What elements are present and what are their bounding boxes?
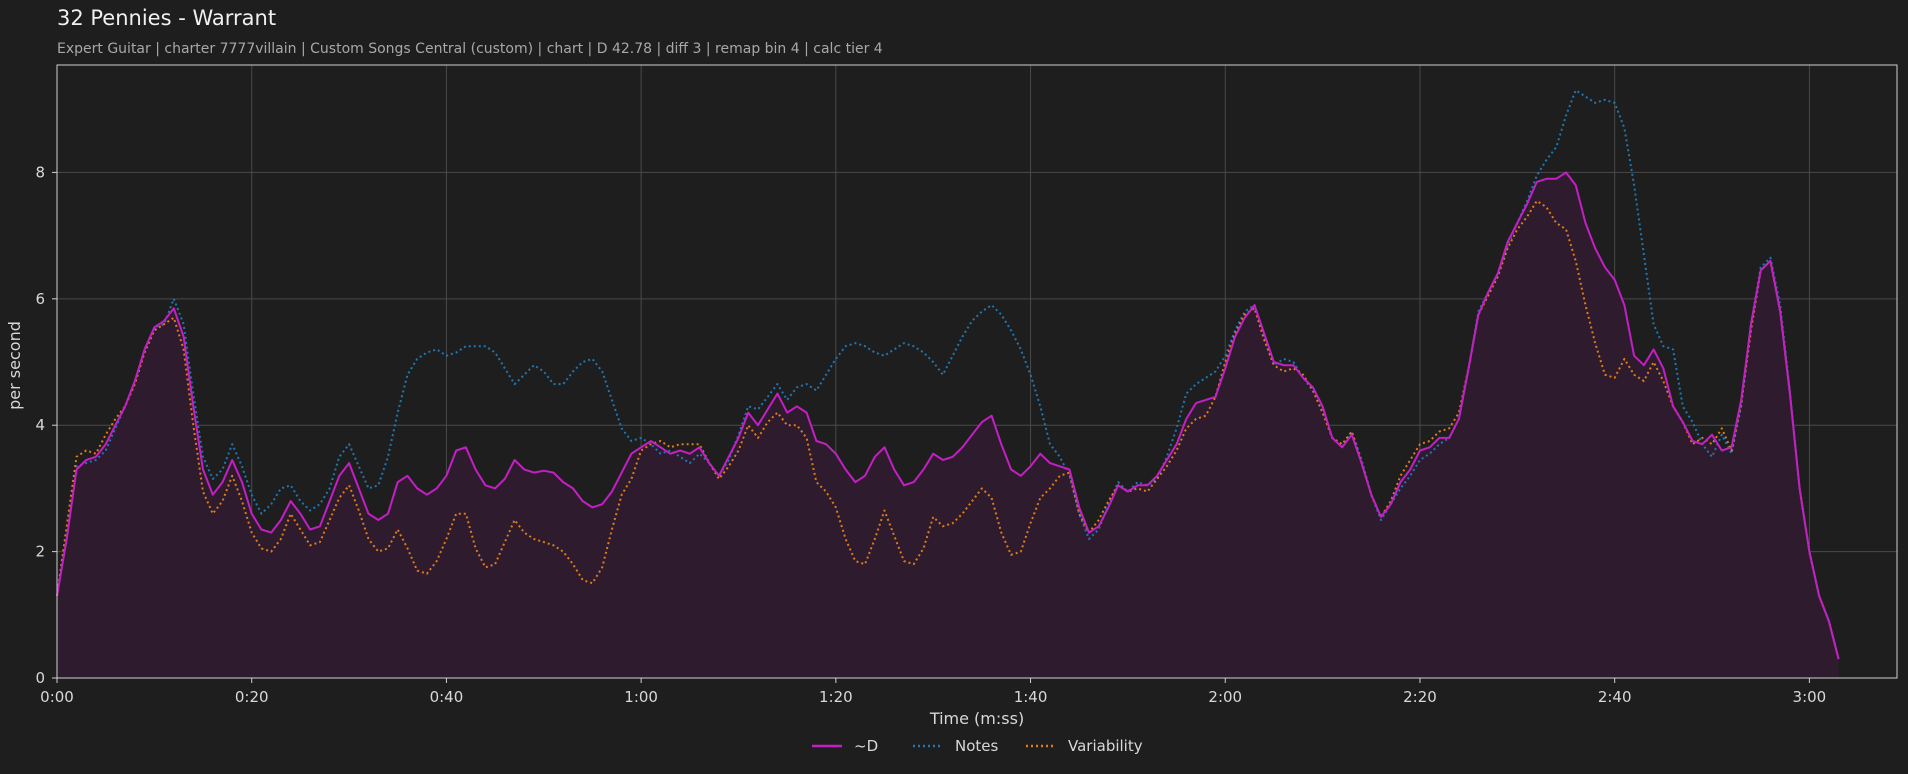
x-tick-label: 0:20 <box>235 688 269 706</box>
y-axis-label: per second <box>5 321 24 410</box>
y-tick-label: 6 <box>35 290 45 308</box>
legend-label: Variability <box>1068 737 1143 755</box>
x-axis-label: Time (m:ss) <box>929 709 1024 728</box>
legend-label: Notes <box>955 737 999 755</box>
legend: ~D Notes Variability <box>812 737 1143 755</box>
x-tick-label: 1:00 <box>624 688 658 706</box>
y-tick-label: 8 <box>35 163 45 181</box>
x-tick-label: 2:00 <box>1208 688 1242 706</box>
y-tick-label: 2 <box>35 543 45 561</box>
x-tick-label: 1:40 <box>1014 688 1048 706</box>
x-tick-label: 3:00 <box>1793 688 1827 706</box>
chart-svg: 0:00 0:20 0:40 1:00 1:20 1:40 2:00 2:20 2:40 3:00… <box>5 64 1898 755</box>
x-tick-label: 0:40 <box>430 688 464 706</box>
y-tick-label: 0 <box>35 669 45 687</box>
y-tick-label: 4 <box>35 416 45 434</box>
legend-label: ~D <box>854 737 878 755</box>
x-tick-label: 2:40 <box>1598 688 1632 706</box>
x-tick-label: 2:20 <box>1403 688 1437 706</box>
x-tick-label: 1:20 <box>819 688 853 706</box>
x-tick-label: 0:00 <box>40 688 74 706</box>
